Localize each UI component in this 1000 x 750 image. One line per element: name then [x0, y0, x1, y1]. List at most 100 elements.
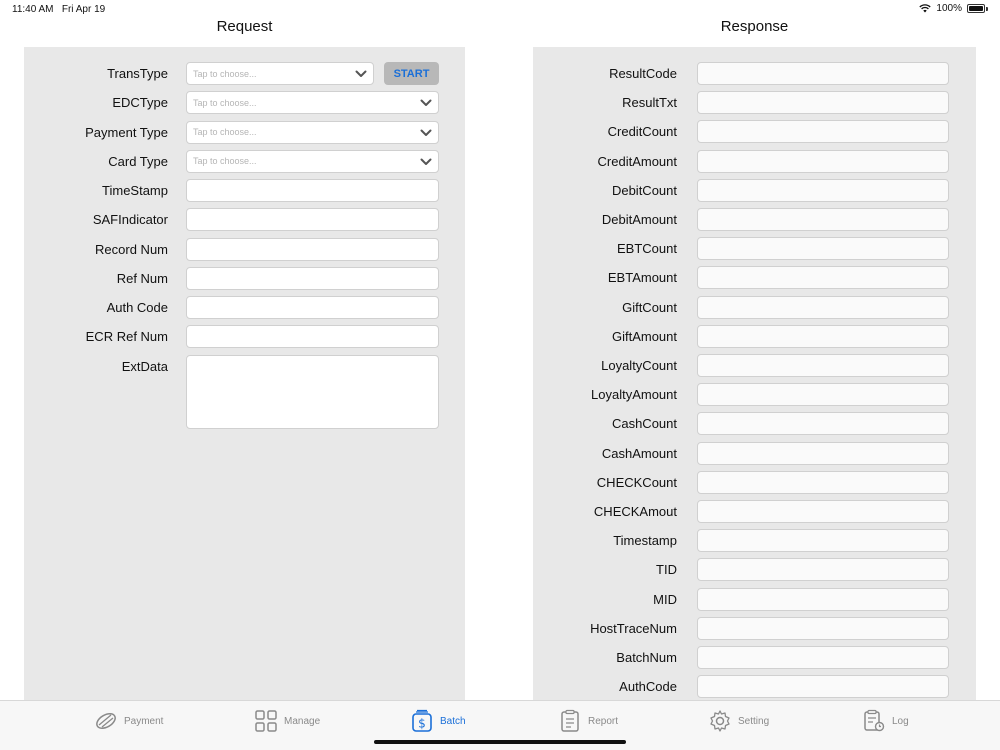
creditcount-output[interactable] — [697, 120, 949, 144]
creditamount-output[interactable] — [697, 149, 949, 173]
card-type-dropdown[interactable]: Tap to choose... — [186, 149, 439, 173]
svg-text:$: $ — [418, 717, 426, 731]
field-label: CHECKAmout — [593, 504, 677, 519]
cashcount-output[interactable] — [697, 412, 949, 436]
field-label: EBTAmount — [607, 270, 677, 286]
record-num-input[interactable] — [186, 237, 439, 261]
response-row-tid: TID — [533, 558, 976, 582]
tab-label: Report — [588, 715, 619, 727]
transtype-dropdown[interactable]: Tap to choose... — [186, 62, 374, 85]
status-time: 11:40 AM Fri Apr 19 — [12, 4, 106, 15]
request-panel: TransType Tap to choose... START EDCType Tap… — [24, 47, 465, 702]
payment-type-dropdown[interactable]: Tap to choose... — [186, 120, 439, 144]
field-label: MID — [653, 591, 677, 607]
response-row-resultcode: ResultCode — [533, 62, 976, 85]
resulttxt-output[interactable] — [697, 91, 949, 115]
debitcount-output[interactable] — [697, 178, 949, 202]
ebtamount-output[interactable] — [697, 266, 949, 290]
request-row-transtype: TransType Tap to choose... START — [24, 62, 465, 85]
tab-manage[interactable]: Manage — [254, 709, 320, 733]
loyaltyamount-output[interactable] — [697, 383, 949, 407]
log-icon — [862, 709, 886, 733]
cashamount-output[interactable] — [697, 441, 949, 465]
dropdown-placeholder: Tap to choose... — [193, 127, 257, 137]
response-panel: ResultCode ResultTxt CreditCount CreditAmou… — [533, 47, 976, 702]
request-row-ref-num: Ref Num — [24, 266, 465, 290]
tab-label: Manage — [284, 715, 321, 727]
response-row-mid: MID — [533, 587, 976, 611]
start-button[interactable]: START — [384, 62, 439, 85]
giftamount-output[interactable] — [697, 324, 949, 348]
field-label: EBTCount — [617, 241, 677, 257]
tab-log[interactable]: Log — [862, 709, 909, 733]
field-label: ResultTxt — [622, 95, 677, 111]
field-label: EDCType — [112, 95, 168, 111]
wifi-icon — [919, 4, 932, 13]
chevron-down-icon — [420, 99, 432, 107]
tab-payment[interactable]: Payment — [94, 709, 163, 733]
field-label: TransType — [107, 66, 168, 81]
ecr-ref-num-input[interactable] — [186, 325, 439, 349]
response-row-batchnum: BatchNum — [533, 646, 976, 669]
auth-code-input[interactable] — [186, 296, 439, 319]
request-row-record-num: Record Num — [24, 237, 465, 261]
request-row-ecr-ref-num: ECR Ref Num — [24, 325, 465, 349]
battery-percent: 100% — [936, 3, 962, 14]
safindicator-input[interactable] — [186, 208, 439, 232]
field-label: Auth Code — [106, 300, 168, 315]
response-row-checkamout: CHECKAmout — [533, 500, 976, 523]
giftcount-output[interactable] — [697, 295, 949, 319]
debitamount-output[interactable] — [697, 208, 949, 231]
field-label: CHECKCount — [596, 474, 677, 490]
response-row-loyaltycount: LoyaltyCount — [533, 354, 976, 377]
field-label: LoyaltyAmount — [591, 387, 677, 403]
response-row-resulttxt: ResultTxt — [533, 91, 976, 115]
battery-icon — [967, 4, 985, 13]
timestamp-input[interactable] — [186, 179, 439, 202]
mid-output[interactable] — [697, 587, 949, 611]
timestamp-output[interactable] — [697, 529, 949, 553]
response-row-cashamount: CashAmount — [533, 441, 976, 465]
field-label: CashAmount — [601, 445, 677, 461]
batchnum-output[interactable] — [697, 646, 949, 669]
field-label: TimeStamp — [102, 183, 168, 198]
request-row-safindicator: SAFIndicator — [24, 208, 465, 232]
checkcount-output[interactable] — [697, 470, 949, 494]
tab-label: Log — [892, 715, 909, 727]
request-row-auth-code: Auth Code — [24, 296, 465, 319]
dropdown-placeholder: Tap to choose... — [193, 68, 257, 79]
dropdown-placeholder: Tap to choose... — [193, 97, 257, 108]
checkamout-output[interactable] — [697, 500, 949, 523]
field-label: DebitAmount — [601, 212, 677, 227]
field-label: GiftCount — [622, 299, 677, 315]
chevron-down-icon — [420, 158, 432, 165]
tab-label: Setting — [738, 715, 770, 727]
response-row-giftcount: GiftCount — [533, 295, 976, 319]
authcode-output[interactable] — [697, 675, 949, 699]
request-row-payment-type: Payment Type Tap to choose... — [24, 120, 465, 144]
request-title: Request — [216, 18, 273, 35]
tid-output[interactable] — [697, 558, 949, 582]
manage-grid-icon — [254, 709, 278, 733]
tab-setting[interactable]: Setting — [708, 709, 769, 733]
response-row-creditamount: CreditAmount — [533, 149, 976, 173]
tab-batch[interactable]: $ Batch — [410, 709, 466, 733]
field-label: ResultCode — [609, 66, 677, 81]
status-right: 100% — [919, 3, 988, 14]
response-row-creditcount: CreditCount — [533, 120, 976, 144]
field-label: CashCount — [611, 416, 677, 432]
loyaltycount-output[interactable] — [697, 354, 949, 377]
extdata-textarea[interactable] — [186, 354, 439, 429]
response-row-ebtcount: EBTCount — [533, 237, 976, 261]
tab-report[interactable]: Report — [558, 709, 618, 733]
dropdown-placeholder: Tap to choose... — [193, 156, 257, 167]
field-label: ExtData — [121, 358, 168, 374]
hosttracenum-output[interactable] — [697, 616, 949, 640]
field-label: Card Type — [108, 153, 168, 169]
resultcode-output[interactable] — [697, 62, 949, 85]
ref-num-input[interactable] — [186, 266, 439, 290]
edctype-dropdown[interactable]: Tap to choose... — [186, 91, 439, 115]
tab-label: Payment — [124, 715, 164, 727]
ebtcount-output[interactable] — [697, 237, 949, 261]
response-row-checkcount: CHECKCount — [533, 470, 976, 494]
